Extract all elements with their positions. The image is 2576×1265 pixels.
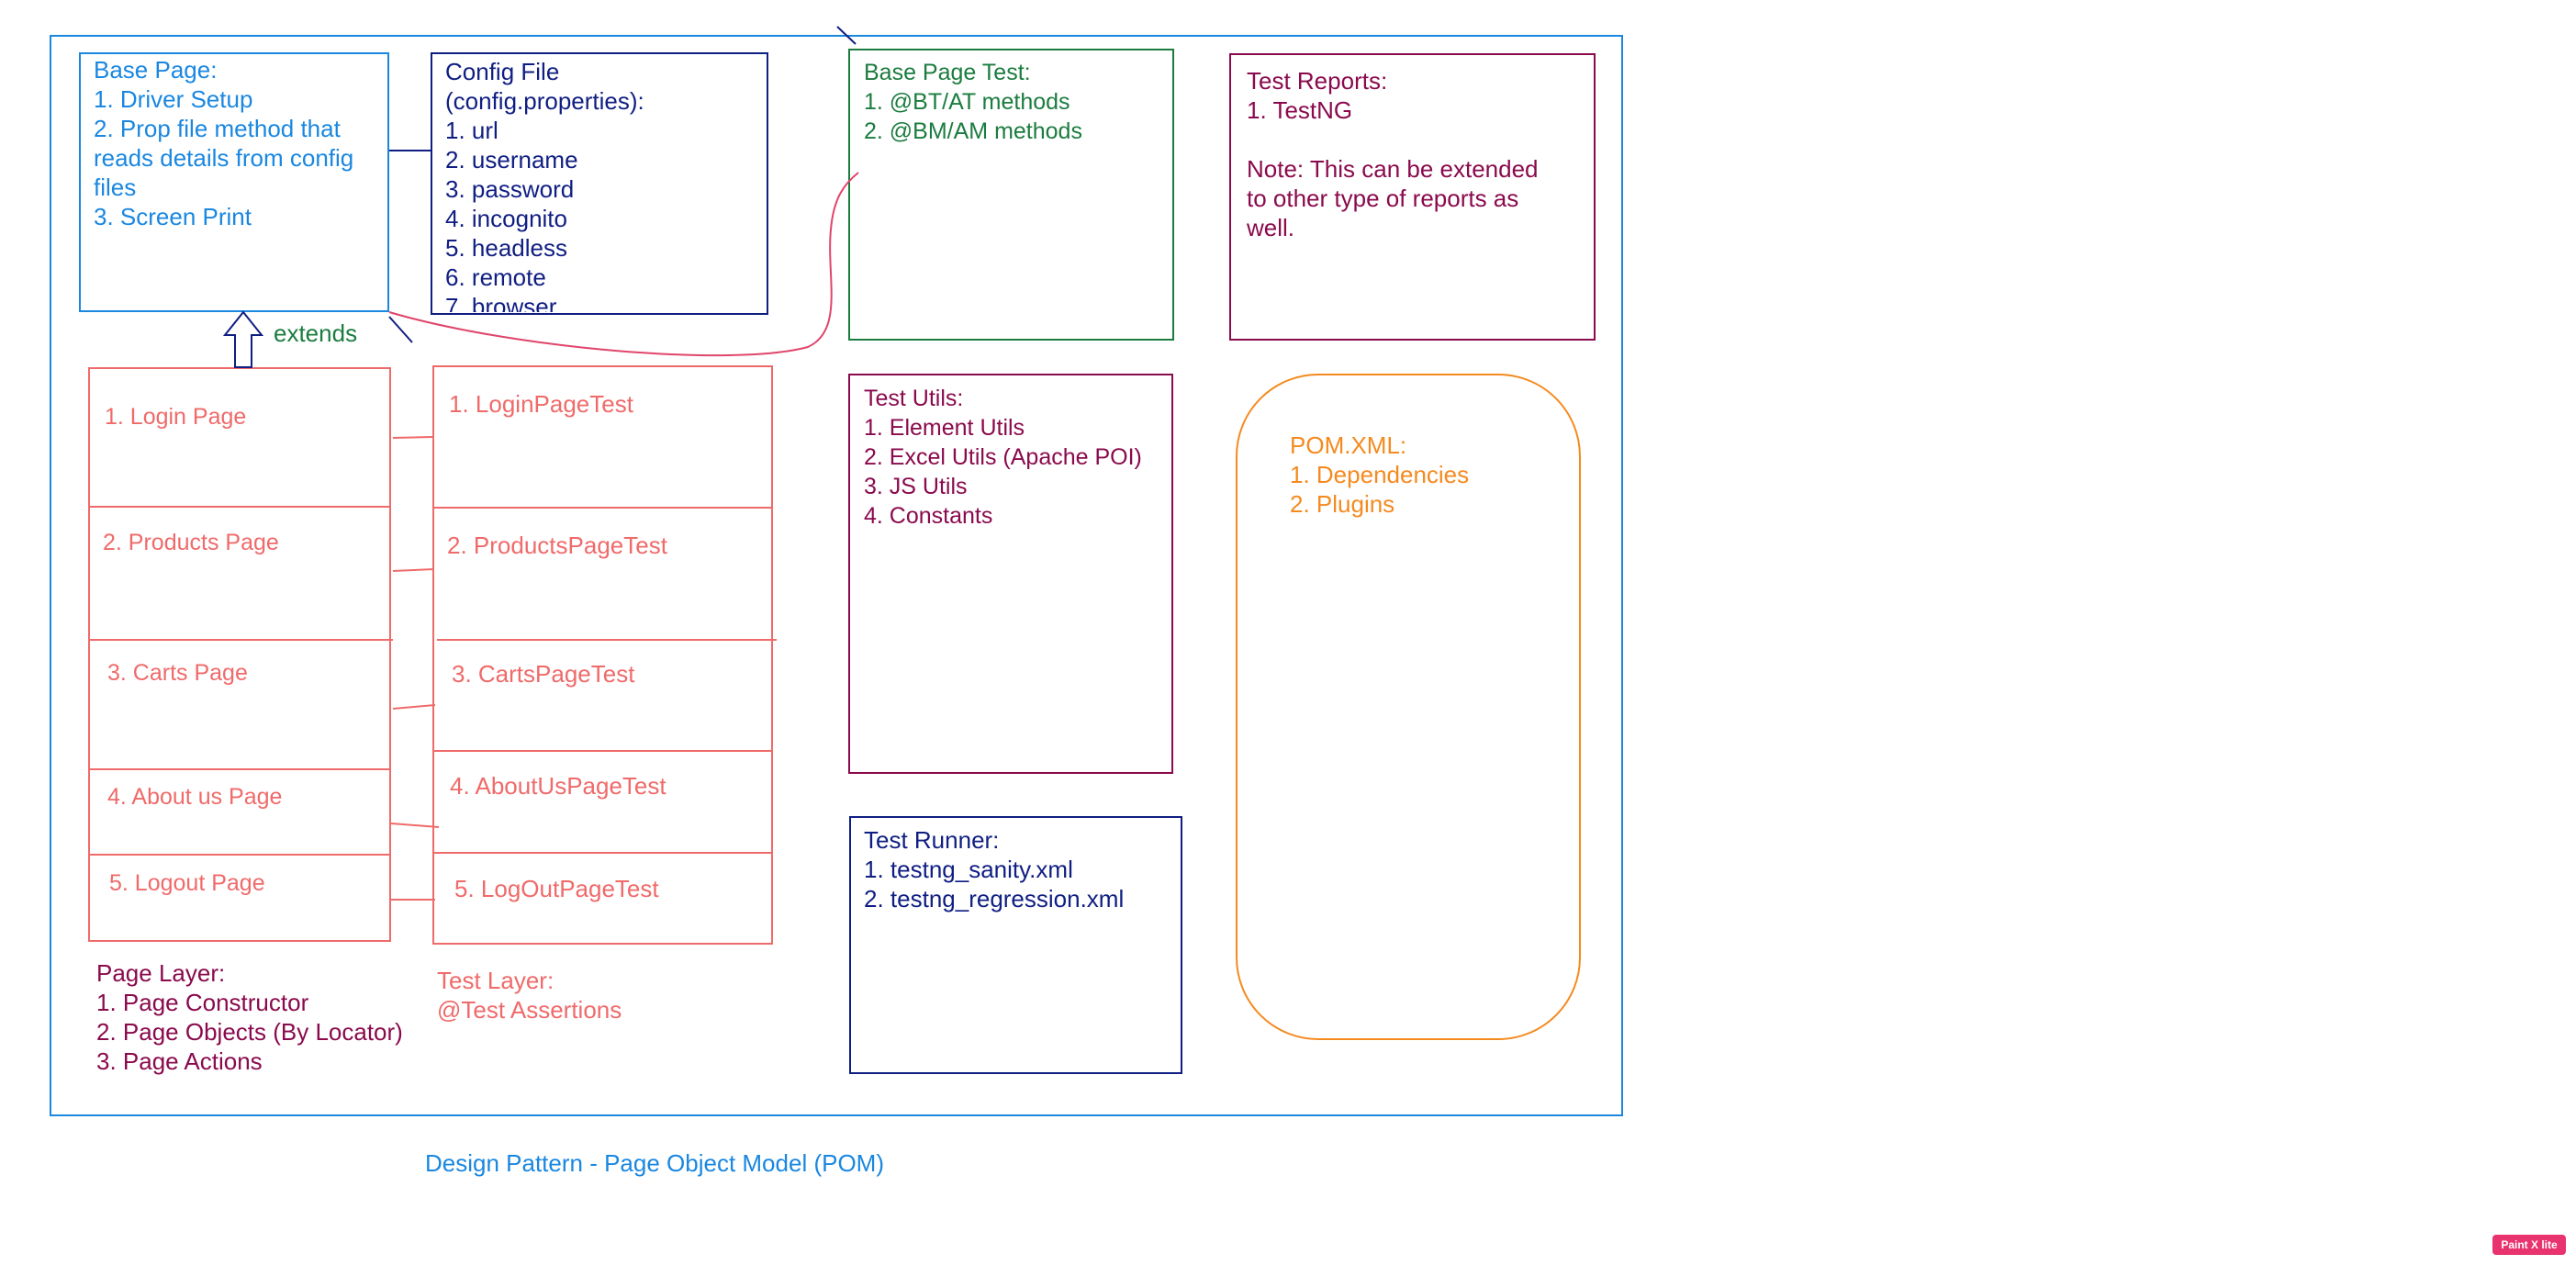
- base-diagonal-line: [388, 316, 413, 343]
- page-test-connector: [392, 568, 435, 572]
- diagram-connectors: [89, 26, 859, 901]
- page-test-connector: [390, 823, 440, 828]
- top-tick-line: [836, 26, 857, 45]
- page-test-connector: [392, 704, 436, 710]
- curved-connector: [388, 172, 859, 357]
- extends-arrow-icon: [222, 310, 264, 368]
- page-test-connector: [392, 436, 433, 439]
